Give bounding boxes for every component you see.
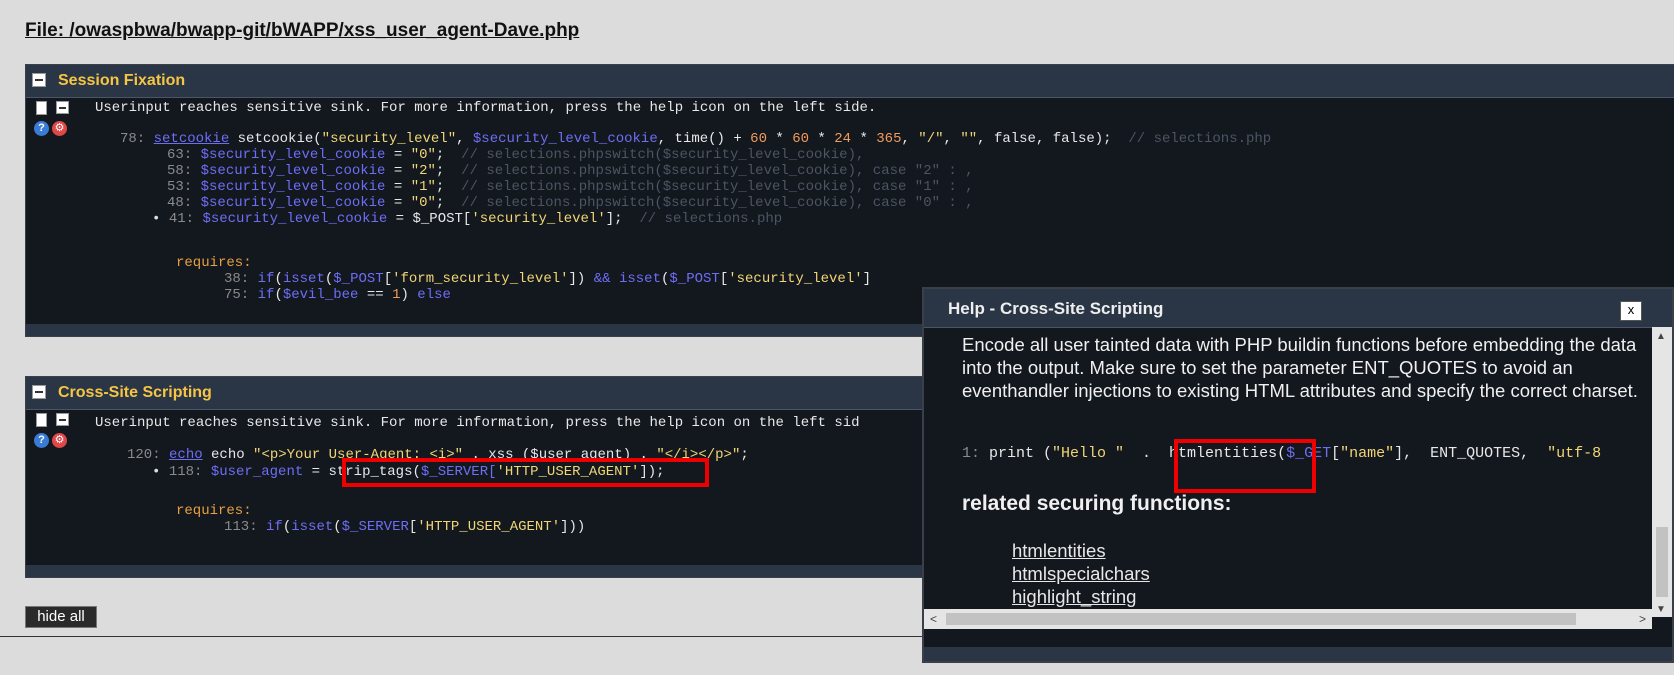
related-link-htmlspecialchars[interactable]: htmlspecialchars [1012,562,1150,585]
setcookie-link[interactable]: setcookie [154,131,230,147]
divider [0,636,922,637]
hide-all-button[interactable]: hide all [25,606,97,628]
scroll-left-icon[interactable]: < [930,612,937,626]
highlight-box [342,458,709,487]
help-icon[interactable]: ? [34,121,49,136]
code-line-53: 53: $security_level_cookie = "1"; // sel… [167,179,974,195]
requires-label: requires: [176,255,252,271]
code-line-63: 63: $security_level_cookie = "0"; // sel… [167,147,865,163]
related-link-highlight-string[interactable]: highlight_string [1012,585,1150,608]
sink-message: Userinput reaches sensitive sink. For mo… [95,100,877,116]
echo-link[interactable]: echo [169,447,203,463]
scroll-up-icon[interactable]: ▲ [1656,331,1666,342]
requires-line-113: 113: if(isset($_SERVER['HTTP_USER_AGENT'… [224,519,586,535]
requires-label: requires: [176,503,252,519]
help-popup: Help - Cross-Site Scripting x Encode all… [922,287,1674,663]
close-button[interactable]: x [1620,301,1642,321]
panel-title: Session Fixation [58,72,186,89]
scroll-down-icon[interactable]: ▼ [1656,604,1666,615]
code-line-48: 48: $security_level_cookie = "0"; // sel… [167,195,974,211]
help-icon[interactable]: ? [34,433,49,448]
scrollbar-thumb[interactable] [1656,527,1668,597]
requires-line-75: 75: if($evil_bee == 1) else [224,287,451,303]
horizontal-scrollbar[interactable]: < > [924,609,1652,629]
help-title: Help - Cross-Site Scripting [948,299,1164,318]
help-header: Help - Cross-Site Scripting x [924,289,1672,328]
collapse-icon[interactable] [32,385,46,399]
scrollbar-thumb[interactable] [946,613,1576,625]
code-line-78: 78: setcookie setcookie("security_level"… [120,131,1272,147]
requires-line-38: 38: if(isset($_POST['form_security_level… [224,271,872,287]
help-description: Encode all user tainted data with PHP bu… [962,334,1638,401]
help-footer [924,647,1672,661]
vertical-scrollbar[interactable]: ▲ ▼ [1652,327,1672,617]
panel-title: Cross-Site Scripting [58,384,212,401]
highlight-box [1174,439,1316,493]
related-link-htmlentities[interactable]: htmlentities [1012,539,1150,562]
collapse-icon[interactable] [32,73,46,87]
scroll-right-icon[interactable]: > [1639,612,1646,626]
minimize-icon[interactable] [56,413,69,426]
code-line-58: 58: $security_level_cookie = "2"; // sel… [167,163,974,179]
document-icon[interactable] [36,101,47,115]
document-icon[interactable] [36,413,47,427]
settings-icon[interactable]: ⚙ [52,121,67,136]
help-body: Encode all user tainted data with PHP bu… [924,327,1652,609]
file-title: File: /owaspbwa/bwapp-git/bWAPP/xss_user… [25,20,580,41]
sink-message: Userinput reaches sensitive sink. For mo… [95,415,860,431]
panel-header: Session Fixation [26,65,1674,98]
code-line-41: • 41: $security_level_cookie = $_POST['s… [152,211,783,227]
minimize-icon[interactable] [56,101,69,114]
related-heading: related securing functions: [962,492,1232,515]
related-links: htmlentities htmlspecialchars highlight_… [1012,539,1150,608]
settings-icon[interactable]: ⚙ [52,433,67,448]
